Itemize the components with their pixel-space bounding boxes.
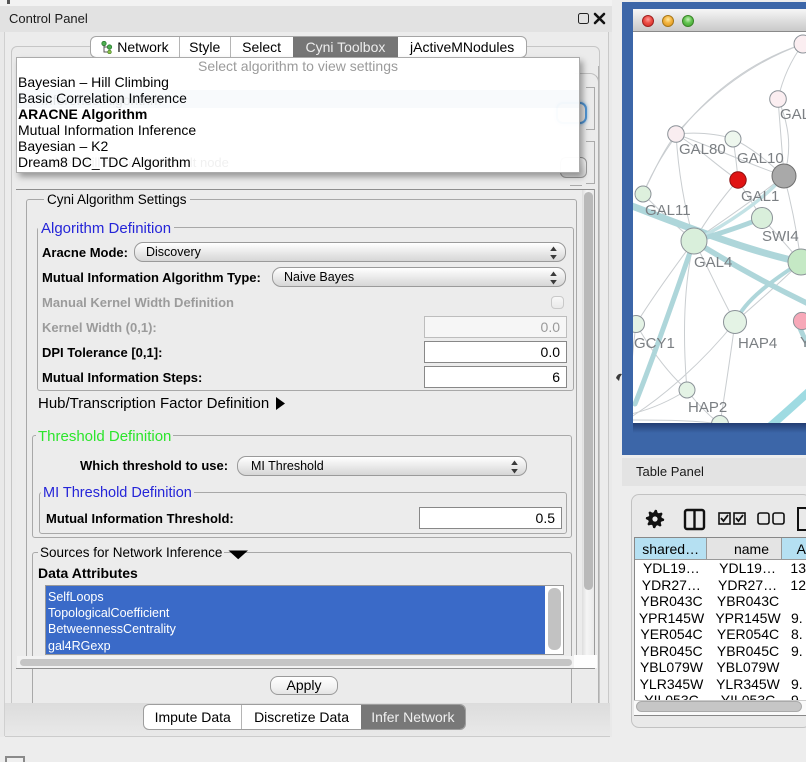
svg-text:Y: Y	[800, 334, 806, 351]
svg-text:SWI4: SWI4	[762, 228, 799, 245]
svg-text:GAL11: GAL11	[645, 202, 691, 219]
svg-text:GAL: GAL	[780, 106, 806, 123]
svg-text:HAP4: HAP4	[738, 335, 777, 352]
svg-text:GCY1: GCY1	[634, 335, 675, 352]
svg-text:HAP2: HAP2	[688, 399, 727, 416]
svg-text:GAL1: GAL1	[741, 188, 779, 205]
svg-text:GAL80: GAL80	[679, 141, 726, 158]
svg-text:GAL10: GAL10	[737, 150, 784, 167]
svg-text:GAL4: GAL4	[694, 254, 732, 271]
